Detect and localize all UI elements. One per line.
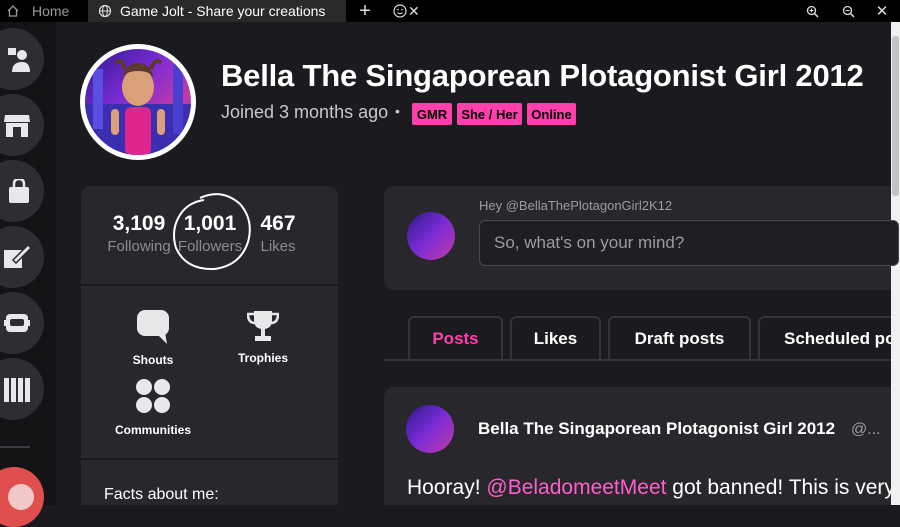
trophy-icon [246, 311, 280, 341]
tab-likes[interactable]: Likes [510, 316, 601, 360]
stats-divider [81, 284, 338, 286]
profile-name: Bella The Singaporean Plotagonist Girl 2… [221, 58, 864, 93]
sidebar-user-avatar[interactable] [0, 467, 44, 527]
compose-input[interactable]: So, what's on your mind? [479, 220, 899, 266]
post-text-end: got banned! This is very [666, 476, 891, 499]
home-icon [7, 5, 19, 17]
shouts-link[interactable]: Shouts [108, 310, 198, 367]
zoom-out-icon[interactable] [840, 0, 856, 22]
emoji-icon[interactable] [392, 0, 408, 22]
tag-pronouns[interactable]: She / Her [457, 103, 522, 125]
window-close-icon[interactable]: ✕ [874, 0, 890, 22]
plus-icon[interactable]: + [356, 0, 374, 22]
links-divider [81, 458, 338, 460]
post-author-avatar[interactable] [406, 405, 454, 453]
following-label: Following [107, 238, 171, 255]
active-browser-tab[interactable]: Game Jolt - Share your creations ✕ [88, 0, 420, 22]
stat-following[interactable]: 3,109 Following [104, 212, 174, 258]
tabs-baseline [384, 359, 891, 361]
active-tab-title: Game Jolt - Share your creations [120, 3, 326, 19]
communities-link[interactable]: Communities [108, 378, 198, 437]
following-count: 3,109 [112, 212, 166, 235]
tab-posts[interactable]: Posts [408, 316, 503, 360]
trophies-label: Trophies [237, 351, 288, 365]
post-author-name[interactable]: Bella The Singaporean Plotagonist Girl 2… [478, 419, 835, 439]
hand-drawn-circle-annotation [173, 193, 251, 271]
compose-greeting: Hey @BellaThePlotagonGirl2K12 [479, 198, 673, 213]
likes-label: Likes [260, 238, 296, 255]
library-icon [4, 378, 30, 402]
zoom-in-icon[interactable] [804, 0, 820, 22]
compose-avatar [407, 212, 455, 260]
sidebar-item-library[interactable] [0, 358, 44, 420]
bag-icon [9, 179, 29, 203]
scrollbar-thumb[interactable] [892, 36, 899, 196]
home-tab-label: Home [32, 3, 70, 19]
avatar-image [85, 59, 191, 155]
likes-count: 467 [260, 212, 296, 235]
shouts-label: Shouts [132, 353, 174, 367]
close-tab-icon[interactable]: ✕ [408, 3, 420, 20]
sidebar-item-activity[interactable] [0, 28, 44, 90]
store-icon [4, 115, 30, 137]
trophies-link[interactable]: Trophies [218, 310, 308, 365]
stat-likes[interactable]: 467 Likes [258, 212, 298, 258]
person-icon [8, 48, 30, 72]
profile-avatar[interactable] [80, 44, 196, 160]
post-mention-link[interactable]: @BeladomeetMeet [486, 476, 666, 499]
post-body: Hooray! @BeladomeetMeet got banned! This… [407, 476, 891, 500]
sidebar-divider [0, 446, 30, 448]
facts-heading: Facts about me: [104, 486, 219, 503]
tab-draft-posts[interactable]: Draft posts [608, 316, 751, 360]
tag-online: Online [527, 103, 576, 125]
joined-date: Joined 3 months ago [221, 102, 389, 122]
sidebar-item-robot[interactable] [0, 292, 44, 354]
home-tab[interactable]: Home [6, 0, 69, 22]
sidebar-item-edit[interactable] [0, 226, 44, 288]
post-author-handle[interactable]: @... [851, 421, 881, 439]
post-text-start: Hooray! [407, 476, 487, 499]
sidebar-item-shop[interactable] [0, 160, 44, 222]
pen-icon [4, 244, 30, 268]
globe-icon [98, 4, 112, 18]
left-sidebar [0, 22, 56, 527]
sidebar-item-store[interactable] [0, 94, 44, 156]
speech-bubble-icon [137, 310, 169, 344]
communities-label: Communities [114, 423, 191, 437]
browser-tab-bar: Home Game Jolt - Share your creations ✕ … [0, 0, 900, 22]
communities-icon [136, 379, 170, 413]
robot-icon [4, 314, 30, 332]
tag-gmr[interactable]: GMR [412, 103, 452, 125]
separator-dot: • [395, 103, 400, 119]
tab-scheduled-posts[interactable]: Scheduled posts [758, 316, 891, 360]
